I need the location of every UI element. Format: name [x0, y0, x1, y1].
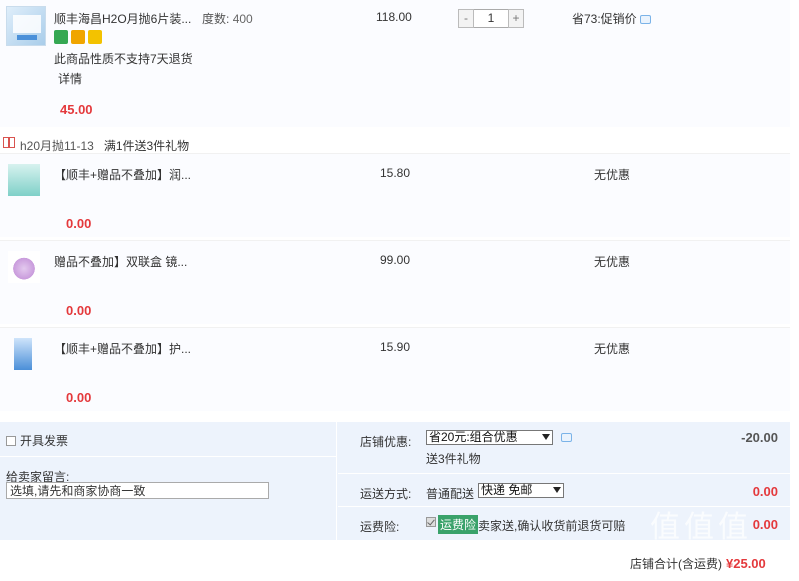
- decrease-button[interactable]: -: [458, 9, 474, 28]
- item-subtotal: 0.00: [66, 390, 92, 405]
- shipping-amount: 0.00: [752, 484, 778, 499]
- shop-discount-amount: -20.00: [741, 430, 778, 445]
- insurance-description: 卖家送,确认收货前退货可赔: [478, 519, 626, 533]
- total-label: 店铺合计(含运费): [630, 557, 722, 571]
- item-subtotal: 45.00: [60, 102, 93, 117]
- insurance-tag: 运费险: [438, 515, 479, 534]
- shop-discount-row: 店铺优惠: 省20元:组合优惠 送3件礼物 -20.00: [338, 422, 790, 474]
- buyer-options: 开具发票 给卖家留言:: [0, 422, 337, 540]
- shipping-label: 运送方式:: [360, 487, 412, 501]
- product-spec: 度数: 400: [202, 10, 253, 27]
- shop-discount-select[interactable]: 省20元:组合优惠: [426, 430, 553, 445]
- promo-text: 省73:促销价: [572, 12, 637, 26]
- grid-icon[interactable]: [88, 30, 102, 44]
- shipping-value: 快递 免邮: [481, 483, 533, 497]
- promo-info: 省73:促销价: [572, 10, 651, 27]
- unit-price: 99.00: [380, 253, 411, 267]
- increase-button[interactable]: +: [508, 9, 524, 28]
- card-icon[interactable]: [71, 30, 85, 44]
- discount-status: 无优惠: [594, 168, 631, 182]
- gift-group-header: h20月抛11-13 满1件送3件礼物: [0, 133, 790, 153]
- product-thumbnail[interactable]: [8, 164, 40, 196]
- shop-total-bar: 店铺合计(含运费) ¥25.00: [0, 540, 790, 581]
- shop-total: 店铺合计(含运费) ¥25.00: [630, 555, 766, 572]
- invoice-label: 开具发票: [20, 434, 69, 448]
- item-subtotal: 0.00: [66, 303, 92, 318]
- product-thumbnail[interactable]: [14, 338, 32, 370]
- divider: [0, 456, 337, 457]
- guarantee-icon[interactable]: [54, 30, 68, 44]
- seller-message-input[interactable]: [6, 482, 269, 499]
- service-badges: [54, 30, 102, 44]
- shop-discount-gift: 送3件礼物: [426, 452, 481, 466]
- shop-discount-label: 店铺优惠:: [360, 435, 412, 449]
- watermark: 值值值: [650, 510, 752, 545]
- unit-price: 15.90: [380, 340, 411, 354]
- gift-item: 【顺丰+赠品不叠加】护... 15.90 无优惠 0.00: [0, 327, 790, 411]
- item-subtotal: 0.00: [66, 216, 92, 231]
- quantity-stepper: - 1 +: [458, 9, 524, 28]
- no-return-notice: 此商品性质不支持7天退货: [54, 52, 193, 66]
- shipping-select[interactable]: 快递 免邮: [478, 483, 564, 498]
- dropdown-arrow-icon: [542, 434, 550, 440]
- shop-discount-value: 省20元:组合优惠: [429, 430, 518, 444]
- unit-price: 118.00: [376, 10, 412, 24]
- unit-price: 15.80: [380, 166, 411, 180]
- cart-item-main: 顺丰海昌H2O月抛6片装... 度数: 400 此商品性质不支持7天退货 详情 …: [0, 0, 790, 127]
- spec-label: 度数:: [202, 12, 230, 26]
- detail-link[interactable]: 详情: [58, 70, 82, 87]
- gift-group-name: h20月抛11-13: [20, 139, 94, 153]
- total-amount: ¥25.00: [726, 556, 766, 571]
- product-thumbnail[interactable]: [8, 251, 40, 283]
- spec-value: 400: [232, 12, 253, 26]
- gift-title-link[interactable]: 赠品不叠加】双联盒 镜...: [54, 253, 187, 270]
- discount-status: 无优惠: [594, 255, 631, 269]
- gift-icon: [3, 137, 15, 148]
- comment-icon[interactable]: [639, 15, 651, 25]
- gift-title-link[interactable]: 【顺丰+赠品不叠加】护...: [54, 340, 191, 357]
- shipping-type: 普通配送: [426, 487, 475, 501]
- gift-item: 【顺丰+赠品不叠加】润... 15.80 无优惠 0.00: [0, 153, 790, 237]
- insurance-label: 运费险:: [360, 520, 400, 534]
- gift-title-link[interactable]: 【顺丰+赠品不叠加】润...: [54, 166, 191, 183]
- gift-group-label: h20月抛11-13 满1件送3件礼物: [20, 137, 189, 154]
- gift-rule: 满1件送3件礼物: [103, 139, 190, 153]
- comment-icon[interactable]: [561, 433, 572, 442]
- discount-status: 无优惠: [594, 342, 631, 356]
- quantity-input[interactable]: 1: [474, 9, 508, 28]
- product-title-link[interactable]: 顺丰海昌H2O月抛6片装...: [54, 10, 191, 27]
- gift-item: 赠品不叠加】双联盒 镜... 99.00 无优惠 0.00: [0, 240, 790, 324]
- invoice-checkbox[interactable]: [6, 436, 16, 446]
- insurance-checkbox[interactable]: [426, 517, 436, 527]
- product-thumbnail[interactable]: [6, 6, 46, 46]
- invoice-option: 开具发票: [6, 432, 68, 449]
- dropdown-arrow-icon: [553, 487, 561, 493]
